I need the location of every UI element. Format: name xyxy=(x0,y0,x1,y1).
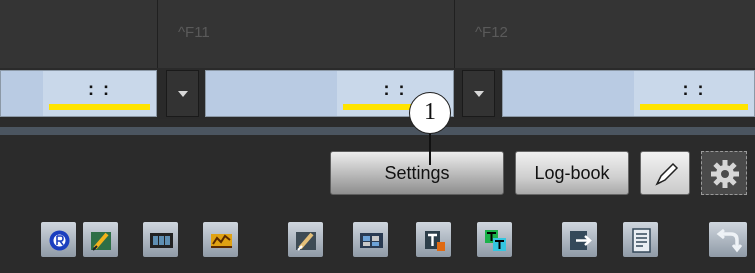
audio-meter-icon xyxy=(211,234,232,248)
edit-image-button[interactable] xyxy=(82,221,119,258)
section-divider xyxy=(0,127,755,135)
notes-icon xyxy=(632,228,651,253)
chevron-down-icon xyxy=(178,91,188,97)
edit-image-icon xyxy=(91,232,111,251)
notes-button[interactable] xyxy=(622,221,659,258)
fkey-label-f12: ^F12 xyxy=(475,24,508,41)
text-title-button[interactable] xyxy=(415,221,452,258)
timecode-underline xyxy=(640,104,748,110)
callout-leader-line xyxy=(429,133,431,165)
record-button[interactable] xyxy=(40,221,77,258)
timecode-field[interactable]: : : xyxy=(0,70,157,117)
filmstrip-button[interactable] xyxy=(142,221,179,258)
timecode-field[interactable]: : : xyxy=(502,70,755,117)
edit-image-alt-icon xyxy=(296,232,316,251)
double-title-button[interactable] xyxy=(476,221,513,258)
export-icon xyxy=(570,231,592,250)
pen-button[interactable] xyxy=(640,151,690,195)
export-button[interactable] xyxy=(561,221,598,258)
filmstrip-grid-button[interactable] xyxy=(352,221,389,258)
double-title-icon xyxy=(485,230,506,251)
dropdown-button[interactable] xyxy=(462,70,495,117)
fkey-cell-f12[interactable]: ^F12 xyxy=(454,0,755,68)
timecode-digits: : : xyxy=(634,71,754,116)
undo-arrow-icon xyxy=(716,228,743,253)
callout-marker: 1 xyxy=(409,92,451,134)
chevron-down-icon xyxy=(474,91,484,97)
fkey-label-f11: ^F11 xyxy=(178,24,210,41)
fkey-cell-blank[interactable] xyxy=(0,0,157,68)
pen-icon xyxy=(655,162,679,186)
dropdown-button[interactable] xyxy=(166,70,199,117)
audio-meter-button[interactable] xyxy=(202,221,239,258)
text-title-icon xyxy=(425,231,445,251)
function-key-panel: ^F11 ^F12 xyxy=(0,0,755,68)
record-icon xyxy=(49,230,70,251)
filmstrip-icon xyxy=(150,233,173,248)
timecode-value: : : xyxy=(682,79,706,99)
gear-icon xyxy=(711,160,739,188)
filmstrip-grid-icon xyxy=(360,233,383,248)
timecode-digits: : : xyxy=(43,71,156,116)
timecode-underline xyxy=(49,104,150,110)
undo-button[interactable] xyxy=(708,221,748,258)
logbook-button[interactable]: Log-book xyxy=(515,151,629,195)
timecode-bar: : : : : : : xyxy=(0,68,755,119)
settings-button[interactable]: Settings xyxy=(330,151,504,195)
fkey-cell-f11[interactable]: ^F11 xyxy=(157,0,455,68)
timecode-value: : : xyxy=(88,79,111,99)
edit-image-alt-button[interactable] xyxy=(287,221,324,258)
gear-button[interactable] xyxy=(701,151,747,195)
